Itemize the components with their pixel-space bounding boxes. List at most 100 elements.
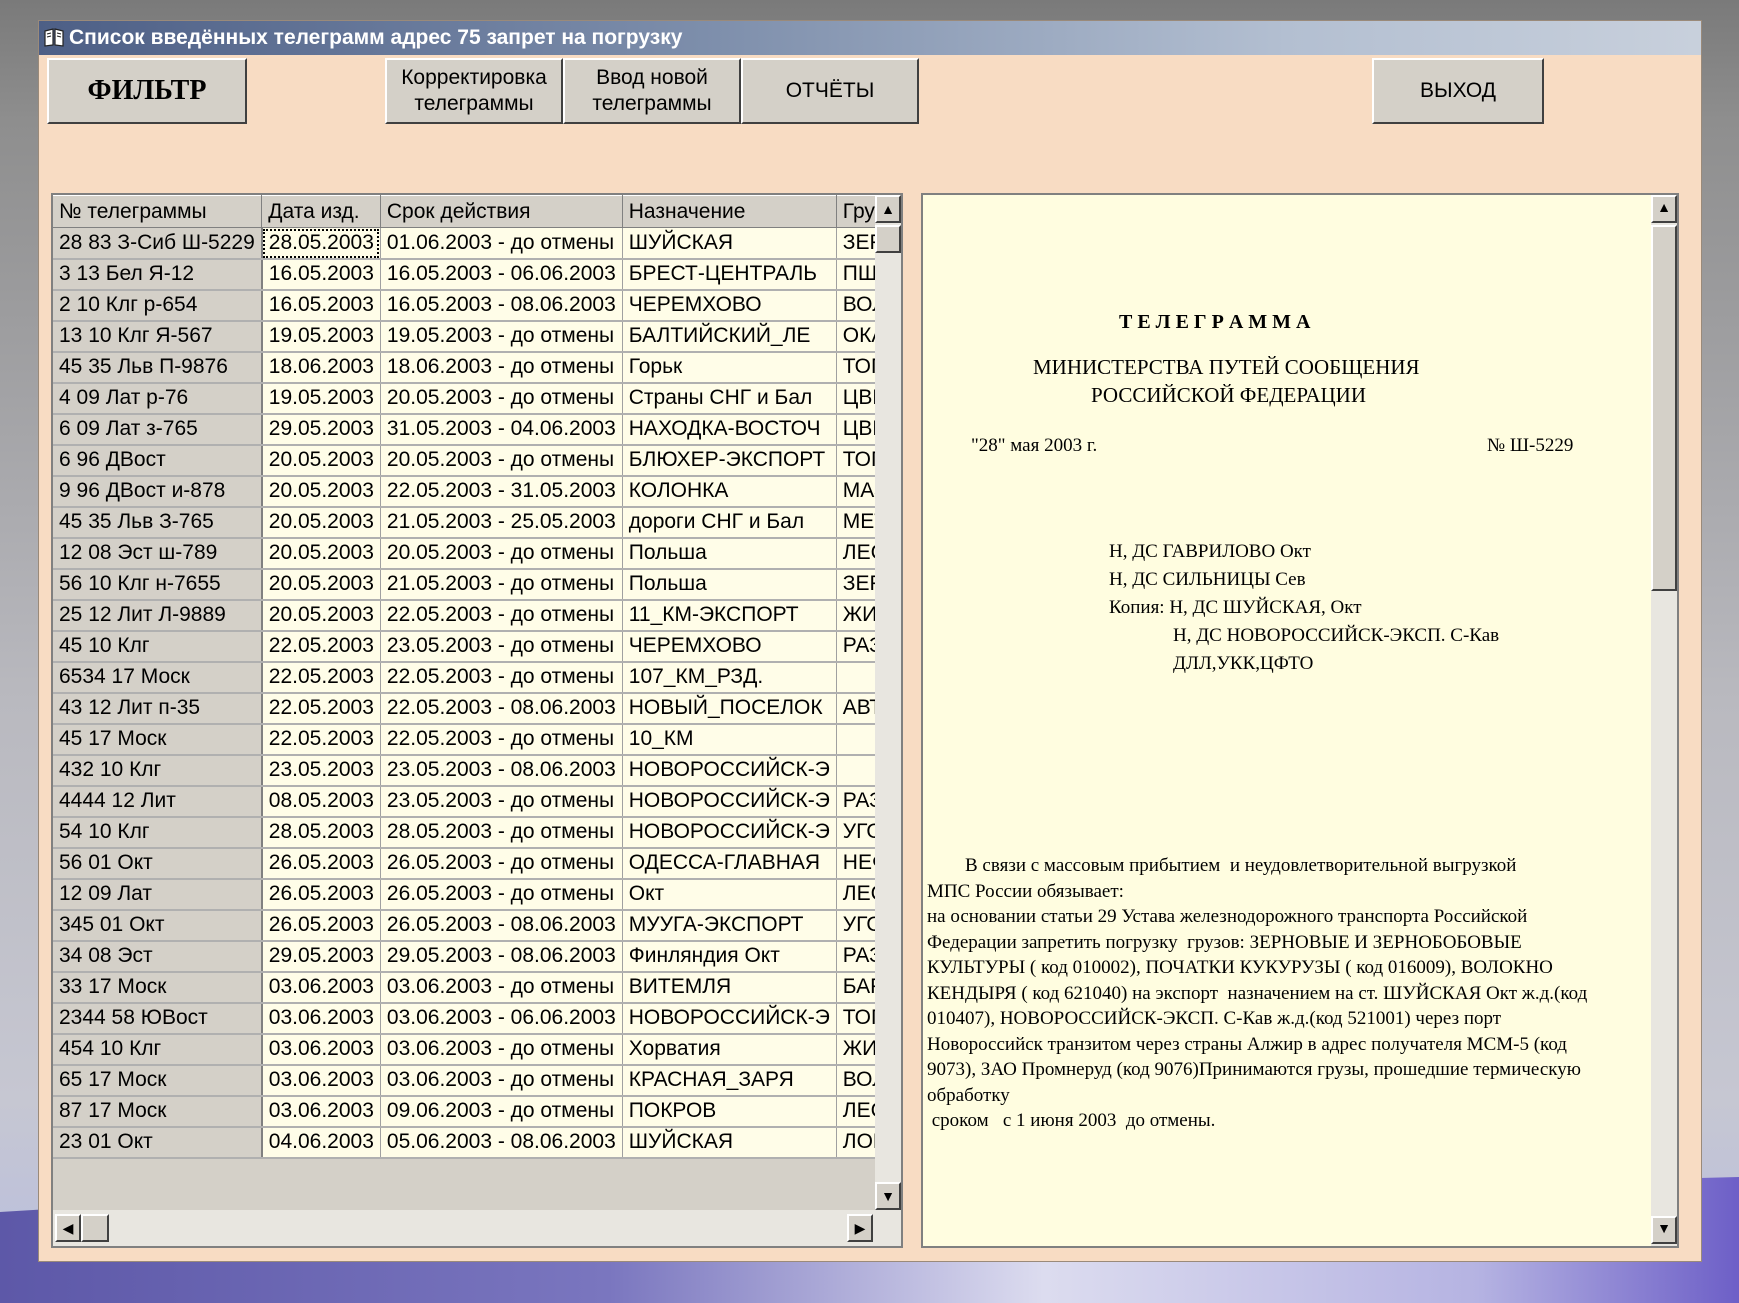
cell-issue-date[interactable]: 29.05.2003 <box>261 413 381 446</box>
cell-issue-date[interactable]: 16.05.2003 <box>261 258 381 291</box>
cell-issue-date[interactable]: 03.06.2003 <box>261 1064 381 1097</box>
cell-destination[interactable]: ШУЙСКАЯ <box>622 227 837 260</box>
cell-issue-date[interactable]: 19.05.2003 <box>261 382 381 415</box>
doc-scroll-down-icon[interactable]: ▼ <box>1651 1216 1677 1244</box>
cell-number[interactable]: 45 10 Клг <box>53 630 263 663</box>
cell-number[interactable]: 25 12 Лит Л-9889 <box>53 599 263 632</box>
cell-number[interactable]: 2344 58 ЮВост <box>53 1002 263 1035</box>
table-row[interactable]: 25 12 Лит Л-9889 20.05.2003 22.05.2003 - д… <box>53 599 901 632</box>
table-row[interactable]: 9 96 ДВост и-878 20.05.2003 22.05.2003 - 3… <box>53 475 901 508</box>
cell-destination[interactable]: НАХОДКА-ВОСТОЧ <box>622 413 837 446</box>
cell-number[interactable]: 28 83 З-Сиб Ш-5229 <box>53 227 263 260</box>
cell-number[interactable]: 6534 17 Моск <box>53 661 263 694</box>
table-row[interactable]: 45 10 Клг 22.05.2003 23.05.2003 - до отмен… <box>53 630 901 663</box>
scroll-right-icon[interactable]: ▶ <box>847 1214 873 1242</box>
cell-issue-date[interactable]: 03.06.2003 <box>261 1033 381 1066</box>
cell-validity[interactable]: 19.05.2003 - до отмены <box>380 320 623 353</box>
cell-destination[interactable]: БРЕСТ-ЦЕНТРАЛЬ <box>622 258 837 291</box>
table-row[interactable]: 45 35 Льв З-765 20.05.2003 21.05.2003 - 25… <box>53 506 901 539</box>
grid-horizontal-scrollbar[interactable]: ◀ ▶ <box>53 1210 901 1246</box>
cell-validity[interactable]: 01.06.2003 - до отмены <box>380 227 623 260</box>
cell-issue-date[interactable]: 16.05.2003 <box>261 289 381 322</box>
telegram-document-view[interactable]: Т Е Л Е Г Р А М М А МИНИСТЕРСТВА ПУТЕЙ С… <box>921 193 1679 1248</box>
column-header-destination[interactable]: Назначение <box>622 195 837 228</box>
title-bar[interactable]: Список введённых телеграмм адрес 75 запр… <box>39 21 1701 55</box>
cell-number[interactable]: 2 10 Клг р-654 <box>53 289 263 322</box>
column-header-validity[interactable]: Срок действия <box>380 195 623 228</box>
column-header-issue-date[interactable]: Дата изд. <box>261 195 381 228</box>
cell-number[interactable]: 45 17 Моск <box>53 723 263 756</box>
filter-button[interactable]: ФИЛЬТР <box>47 58 247 124</box>
cell-number[interactable]: 54 10 Клг <box>53 816 263 849</box>
table-row[interactable]: 34 08 Эст 29.05.2003 29.05.2003 - 08.06.20… <box>53 940 901 973</box>
grid-vertical-scrollbar[interactable]: ▲ ▼ <box>875 195 901 1210</box>
cell-destination[interactable]: БАЛТИЙСКИЙ_ЛЕ <box>622 320 837 353</box>
table-row[interactable]: 454 10 Клг 03.06.2003 03.06.2003 - до отме… <box>53 1033 901 1066</box>
table-row[interactable]: 12 08 Эст ш-789 20.05.2003 20.05.2003 - до… <box>53 537 901 570</box>
cell-destination[interactable]: ВИТЕМЛЯ <box>622 971 837 1004</box>
table-row[interactable]: 23 01 Окт 04.06.2003 05.06.2003 - 08.06.20… <box>53 1126 901 1159</box>
cell-destination[interactable]: Польша <box>622 537 837 570</box>
table-row[interactable]: 4444 12 Лит 08.05.2003 23.05.2003 - до отм… <box>53 785 901 818</box>
cell-destination[interactable]: Горьк <box>622 351 837 384</box>
cell-issue-date[interactable]: 03.06.2003 <box>261 1002 381 1035</box>
table-row[interactable]: 56 01 Окт 26.05.2003 26.05.2003 - до отмен… <box>53 847 901 880</box>
table-row[interactable]: 45 35 Льв П-9876 18.06.2003 18.06.2003 - д… <box>53 351 901 384</box>
cell-issue-date[interactable]: 22.05.2003 <box>261 630 381 663</box>
cell-validity[interactable]: 03.06.2003 - 06.06.2003 <box>380 1002 623 1035</box>
cell-issue-date[interactable]: 19.05.2003 <box>261 320 381 353</box>
cell-issue-date[interactable]: 22.05.2003 <box>261 692 381 725</box>
cell-number[interactable]: 87 17 Моск <box>53 1095 263 1128</box>
cell-validity[interactable]: 05.06.2003 - 08.06.2003 <box>380 1126 623 1159</box>
cell-validity[interactable]: 21.05.2003 - 25.05.2003 <box>380 506 623 539</box>
cell-validity[interactable]: 20.05.2003 - до отмены <box>380 444 623 477</box>
cell-validity[interactable]: 26.05.2003 - 08.06.2003 <box>380 909 623 942</box>
table-row[interactable]: 6 96 ДВост 20.05.2003 20.05.2003 - до отме… <box>53 444 901 477</box>
scroll-down-icon[interactable]: ▼ <box>875 1182 901 1210</box>
cell-number[interactable]: 4 09 Лат р-76 <box>53 382 263 415</box>
cell-issue-date[interactable]: 20.05.2003 <box>261 475 381 508</box>
cell-validity[interactable]: 20.05.2003 - до отмены <box>380 537 623 570</box>
cell-number[interactable]: 432 10 Клг <box>53 754 263 787</box>
cell-validity[interactable]: 31.05.2003 - 04.06.2003 <box>380 413 623 446</box>
cell-destination[interactable]: ПОКРОВ <box>622 1095 837 1128</box>
cell-destination[interactable]: Хорватия <box>622 1033 837 1066</box>
cell-number[interactable]: 34 08 Эст <box>53 940 263 973</box>
cell-issue-date[interactable]: 08.05.2003 <box>261 785 381 818</box>
cell-number[interactable]: 6 96 ДВост <box>53 444 263 477</box>
table-row[interactable]: 13 10 Клг Я-567 19.05.2003 19.05.2003 - до… <box>53 320 901 353</box>
cell-destination[interactable]: НОВОРОССИЙСК-Э <box>622 816 837 849</box>
cell-number[interactable]: 56 01 Окт <box>53 847 263 880</box>
cell-issue-date[interactable]: 28.05.2003 <box>261 227 381 260</box>
cell-destination[interactable]: Финляндия Окт <box>622 940 837 973</box>
cell-destination[interactable]: НОВОРОССИЙСК-Э <box>622 754 837 787</box>
cell-number[interactable]: 33 17 Моск <box>53 971 263 1004</box>
cell-validity[interactable]: 23.05.2003 - 08.06.2003 <box>380 754 623 787</box>
table-row[interactable]: 87 17 Моск 03.06.2003 09.06.2003 - до отме… <box>53 1095 901 1128</box>
cell-validity[interactable]: 22.05.2003 - до отмены <box>380 599 623 632</box>
cell-issue-date[interactable]: 20.05.2003 <box>261 506 381 539</box>
cell-issue-date[interactable]: 18.06.2003 <box>261 351 381 384</box>
cell-validity[interactable]: 09.06.2003 - до отмены <box>380 1095 623 1128</box>
scroll-up-icon[interactable]: ▲ <box>875 195 901 223</box>
cell-validity[interactable]: 23.05.2003 - до отмены <box>380 785 623 818</box>
cell-issue-date[interactable]: 26.05.2003 <box>261 847 381 880</box>
cell-destination[interactable]: ЧЕРЕМХОВО <box>622 630 837 663</box>
cell-issue-date[interactable]: 28.05.2003 <box>261 816 381 849</box>
cell-validity[interactable]: 26.05.2003 - до отмены <box>380 847 623 880</box>
grid-hscroll-thumb[interactable] <box>81 1214 109 1242</box>
cell-destination[interactable]: 107_КМ_РЗД. <box>622 661 837 694</box>
cell-validity[interactable]: 22.05.2003 - до отмены <box>380 723 623 756</box>
table-row[interactable]: 3 13 Бел Я-12 16.05.2003 16.05.2003 - 06.0… <box>53 258 901 291</box>
cell-issue-date[interactable]: 26.05.2003 <box>261 878 381 911</box>
table-row[interactable]: 28 83 З-Сиб Ш-5229 28.05.2003 01.06.2003 -… <box>53 227 901 260</box>
table-row[interactable]: 56 10 Клг н-7655 20.05.2003 21.05.2003 - д… <box>53 568 901 601</box>
table-row[interactable]: 43 12 Лит п-35 22.05.2003 22.05.2003 - 08.… <box>53 692 901 725</box>
document-vertical-scrollbar[interactable]: ▲ ▼ <box>1651 195 1677 1246</box>
exit-button[interactable]: ВЫХОД <box>1372 58 1544 124</box>
cell-number[interactable]: 6 09 Лат з-765 <box>53 413 263 446</box>
cell-validity[interactable]: 28.05.2003 - до отмены <box>380 816 623 849</box>
cell-issue-date[interactable]: 26.05.2003 <box>261 909 381 942</box>
table-row[interactable]: 2 10 Клг р-654 16.05.2003 16.05.2003 - 08.… <box>53 289 901 322</box>
cell-issue-date[interactable]: 20.05.2003 <box>261 599 381 632</box>
